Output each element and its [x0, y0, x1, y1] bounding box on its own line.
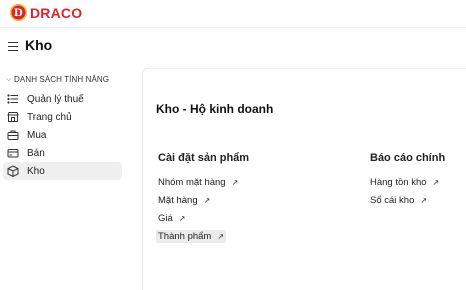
arrow-up-right-icon: ↗	[217, 232, 225, 241]
section-title-main-reports: Báo cáo chính	[370, 152, 446, 164]
sidebar-item-home[interactable]: Trang chủ	[3, 108, 122, 126]
sidebar-item-inventory[interactable]: Kho	[3, 162, 122, 180]
sidebar-item-label: Trang chủ	[27, 111, 72, 123]
sidebar-item-sales[interactable]: Bán	[3, 144, 122, 162]
sidebar-section-toggle[interactable]: ⌵ DANH SÁCH TÍNH NĂNG	[6, 75, 109, 84]
menu-icon[interactable]	[8, 42, 18, 52]
sidebar-item-label: Kho	[27, 165, 45, 177]
link-label: Giá	[158, 213, 173, 224]
sidebar-item-label: Quản lý thuế	[27, 93, 84, 105]
link-label: Mặt hàng	[158, 195, 198, 206]
chevron-down-icon: ⌵	[6, 75, 12, 83]
link-label: Nhóm mặt hàng	[158, 177, 226, 188]
sidebar-item-purchase[interactable]: Mua	[3, 126, 122, 144]
logo-text: DRACO	[30, 4, 83, 21]
workspace-title: Kho - Hộ kinh doanh	[156, 102, 274, 116]
page-title: Kho	[25, 37, 53, 53]
arrow-up-right-icon: ↗	[432, 178, 440, 187]
link-items[interactable]: Mặt hàng ↗	[156, 194, 212, 207]
arrow-up-right-icon: ↗	[420, 196, 428, 205]
arrow-up-right-icon: ↗	[231, 178, 239, 187]
logo-mark: D	[10, 4, 27, 21]
section-title-product-settings: Cài đặt sản phẩm	[158, 152, 250, 164]
workspace-panel: Kho - Hộ kinh doanh Cài đặt sản phẩm Nhó…	[142, 68, 466, 290]
link-finished-goods[interactable]: Thành phẩm ↗	[156, 230, 227, 243]
sidebar-item-tax[interactable]: Quản lý thuế	[3, 90, 122, 108]
box-icon	[6, 164, 20, 178]
link-item-groups[interactable]: Nhóm mặt hàng ↗	[156, 176, 240, 189]
list-icon	[6, 92, 20, 106]
store-icon	[6, 110, 20, 124]
link-label: Sổ cái kho	[370, 195, 415, 206]
sidebar-item-label: Mua	[27, 129, 47, 141]
link-label: Hàng tồn kho	[370, 177, 427, 188]
link-stock-ledger[interactable]: Sổ cái kho ↗	[368, 194, 429, 207]
link-stock-balance[interactable]: Hàng tồn kho ↗	[368, 176, 441, 189]
arrow-up-right-icon: ↗	[178, 214, 186, 223]
link-label: Thành phẩm	[158, 231, 212, 242]
link-price[interactable]: Giá ↗	[156, 212, 188, 225]
top-bar: D DRACO	[0, 0, 466, 28]
sidebar-item-label: Bán	[27, 147, 45, 159]
card-icon	[6, 146, 20, 160]
briefcase-icon	[6, 128, 20, 142]
arrow-up-right-icon: ↗	[203, 196, 211, 205]
brand-logo[interactable]: D DRACO	[10, 4, 82, 21]
sidebar-section-title: DANH SÁCH TÍNH NĂNG	[14, 75, 110, 84]
